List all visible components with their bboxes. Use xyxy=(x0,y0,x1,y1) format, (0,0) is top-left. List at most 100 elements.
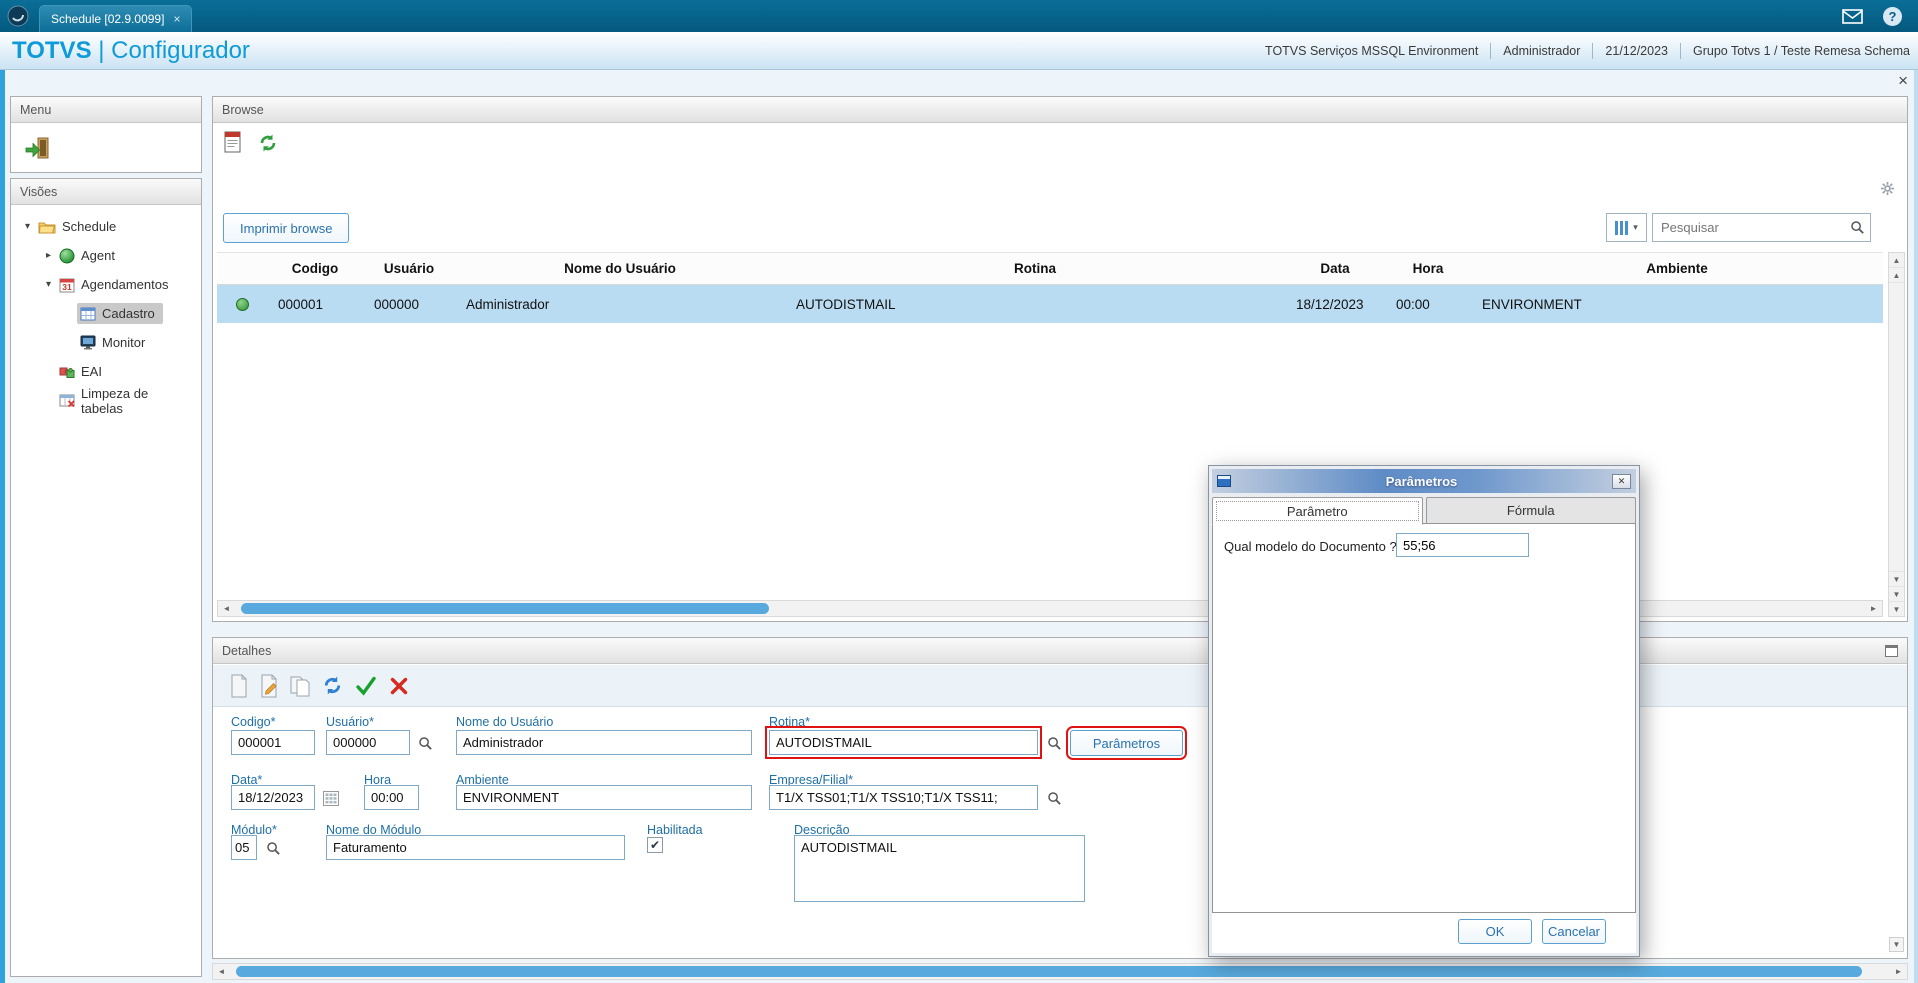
tab-formula[interactable]: Fórmula xyxy=(1425,497,1636,524)
data-field[interactable] xyxy=(231,785,315,810)
column-selector-dropdown[interactable]: ▾ xyxy=(1606,213,1647,242)
tree-item-agendamentos[interactable]: ▾ 31 Agendamentos xyxy=(11,270,201,299)
table-row[interactable]: 000001 000000 Administrador AUTODISTMAIL… xyxy=(217,285,1883,323)
column-header-usuario[interactable]: Usuário xyxy=(363,261,455,276)
scroll-page-down-icon[interactable]: ▼ xyxy=(1889,586,1904,601)
details-panel: Detalhes Codigo* 000001 Usuário* 000000 … xyxy=(212,637,1908,959)
brand-separator: | xyxy=(98,36,105,64)
help-icon[interactable]: ? xyxy=(1883,6,1902,26)
modulo-lookup-icon[interactable] xyxy=(263,838,283,858)
mail-icon[interactable] xyxy=(1842,8,1863,24)
cancel-x-icon[interactable] xyxy=(388,675,410,697)
details-scroll-down-icon[interactable]: ▼ xyxy=(1889,937,1904,952)
refresh-icon[interactable] xyxy=(257,132,279,154)
browse-vertical-scrollbar[interactable]: ▲ ▲ ▼ ▼ ▼ xyxy=(1888,252,1905,617)
ambiente-field[interactable] xyxy=(456,785,752,810)
scroll-last-icon[interactable]: ▼ xyxy=(1889,601,1904,616)
menu-panel-header: Menu xyxy=(11,97,201,123)
browse-search-controls: ▾ xyxy=(1606,213,1871,242)
monitor-icon xyxy=(80,335,96,350)
expand-arrow-icon[interactable]: ▸ xyxy=(41,250,56,261)
menu-panel-body xyxy=(11,123,201,172)
scroll-left-icon[interactable]: ◄ xyxy=(218,601,235,616)
usuario-lookup-icon[interactable] xyxy=(415,733,435,753)
tree-item-limpeza[interactable]: Limpeza de tabelas xyxy=(11,386,201,416)
app-menu-icon[interactable] xyxy=(7,5,29,27)
rotina-label: Rotina* xyxy=(769,715,810,729)
descricao-field[interactable]: AUTODISTMAIL xyxy=(794,835,1085,902)
refresh-record-icon[interactable] xyxy=(321,674,344,697)
copy-record-icon[interactable] xyxy=(289,674,311,698)
empresa-lookup-icon[interactable] xyxy=(1044,788,1064,808)
window-close-icon[interactable]: × xyxy=(1898,72,1908,90)
usuario-field[interactable] xyxy=(326,730,410,755)
menu-panel-title: Menu xyxy=(20,102,52,117)
cell-hora: 00:00 xyxy=(1396,296,1430,312)
tree-item-cadastro[interactable]: Cadastro xyxy=(11,299,201,328)
exit-door-icon[interactable] xyxy=(24,136,51,160)
edit-record-icon[interactable] xyxy=(259,674,279,698)
new-record-icon[interactable] xyxy=(229,674,249,698)
tab-parametro[interactable]: Parâmetro xyxy=(1212,497,1423,525)
parametros-button[interactable]: Parâmetros xyxy=(1066,726,1187,760)
dialog-title-bar[interactable]: Parâmetros ✕ xyxy=(1212,469,1636,493)
main-horizontal-scrollbar[interactable]: ◄ ► xyxy=(212,963,1908,980)
scroll-left-icon[interactable]: ◄ xyxy=(213,964,230,979)
tree-label: Agent xyxy=(81,248,115,263)
report-icon[interactable] xyxy=(223,131,243,154)
tab-close-icon[interactable]: × xyxy=(173,12,180,26)
search-icon[interactable] xyxy=(1844,220,1870,235)
tree-item-agent[interactable]: ▸ Agent xyxy=(11,241,201,270)
browse-table: Codigo Usuário Nome do Usuário Rotina Da… xyxy=(217,252,1883,323)
cancel-button[interactable]: Cancelar xyxy=(1542,919,1606,944)
scrollbar-thumb[interactable] xyxy=(241,603,769,614)
app-name: Configurador xyxy=(111,36,250,64)
app-header: TOTVS | Configurador TOTVS Serviços MSSQ… xyxy=(0,32,1918,70)
codigo-field[interactable] xyxy=(231,730,315,755)
date-picker-icon[interactable] xyxy=(321,788,341,808)
column-header-rotina[interactable]: Rotina xyxy=(785,261,1285,276)
nome-usuario-field[interactable] xyxy=(456,730,752,755)
tree-item-schedule[interactable]: ▾ Schedule xyxy=(11,212,201,241)
panel-maximize-icon[interactable] xyxy=(1885,644,1898,657)
agent-sphere-icon xyxy=(59,248,75,264)
tree-label: Monitor xyxy=(102,335,146,350)
rotina-field[interactable] xyxy=(765,726,1042,759)
rotina-lookup-icon[interactable] xyxy=(1044,733,1064,753)
views-panel-title: Visões xyxy=(20,184,58,199)
scroll-first-icon[interactable]: ▲ xyxy=(1889,253,1904,268)
browse-panel-title: Browse xyxy=(222,102,264,117)
ok-button[interactable]: OK xyxy=(1458,919,1532,944)
scroll-right-icon[interactable]: ► xyxy=(1890,964,1907,979)
search-input[interactable] xyxy=(1653,220,1844,235)
dialog-close-button[interactable]: ✕ xyxy=(1612,473,1631,489)
settings-gear-icon[interactable] xyxy=(1880,181,1895,199)
question-input[interactable] xyxy=(1396,533,1529,557)
empresa-field[interactable] xyxy=(769,785,1038,810)
scroll-down-icon[interactable]: ▼ xyxy=(1889,571,1904,586)
tab-schedule[interactable]: Schedule [02.9.0099] × xyxy=(39,5,193,32)
collapse-arrow-icon[interactable]: ▾ xyxy=(41,279,56,290)
collapse-arrow-icon[interactable]: ▾ xyxy=(20,221,35,232)
hora-field[interactable] xyxy=(364,785,419,810)
habilitada-checkbox[interactable]: ✔ xyxy=(647,837,663,853)
scroll-right-icon[interactable]: ► xyxy=(1865,601,1882,616)
nome-modulo-field[interactable] xyxy=(326,835,625,860)
column-header-data[interactable]: Data xyxy=(1285,261,1385,276)
column-header-hora[interactable]: Hora xyxy=(1385,261,1471,276)
scroll-up-icon[interactable]: ▲ xyxy=(1889,268,1904,283)
tree-item-monitor[interactable]: Monitor xyxy=(11,328,201,357)
modulo-field[interactable] xyxy=(231,835,257,860)
print-browse-button[interactable]: Imprimir browse xyxy=(223,213,350,243)
tree-selected-item[interactable]: Cadastro xyxy=(77,303,163,324)
browse-panel: Browse Imprimir browse ▾ Pesquisar Codig… xyxy=(212,96,1908,622)
tab-label: Schedule [02.9.0099] xyxy=(51,12,165,26)
column-header-ambiente[interactable]: Ambiente xyxy=(1471,261,1883,276)
tree-item-eai[interactable]: EAI xyxy=(11,357,201,386)
question-label: Qual modelo do Documento ? xyxy=(1224,539,1397,554)
scrollbar-thumb[interactable] xyxy=(236,966,1862,977)
confirm-check-icon[interactable] xyxy=(354,675,378,697)
column-header-nome[interactable]: Nome do Usuário xyxy=(455,261,785,276)
column-header-codigo[interactable]: Codigo xyxy=(267,261,363,276)
window-frame-left xyxy=(0,70,5,983)
